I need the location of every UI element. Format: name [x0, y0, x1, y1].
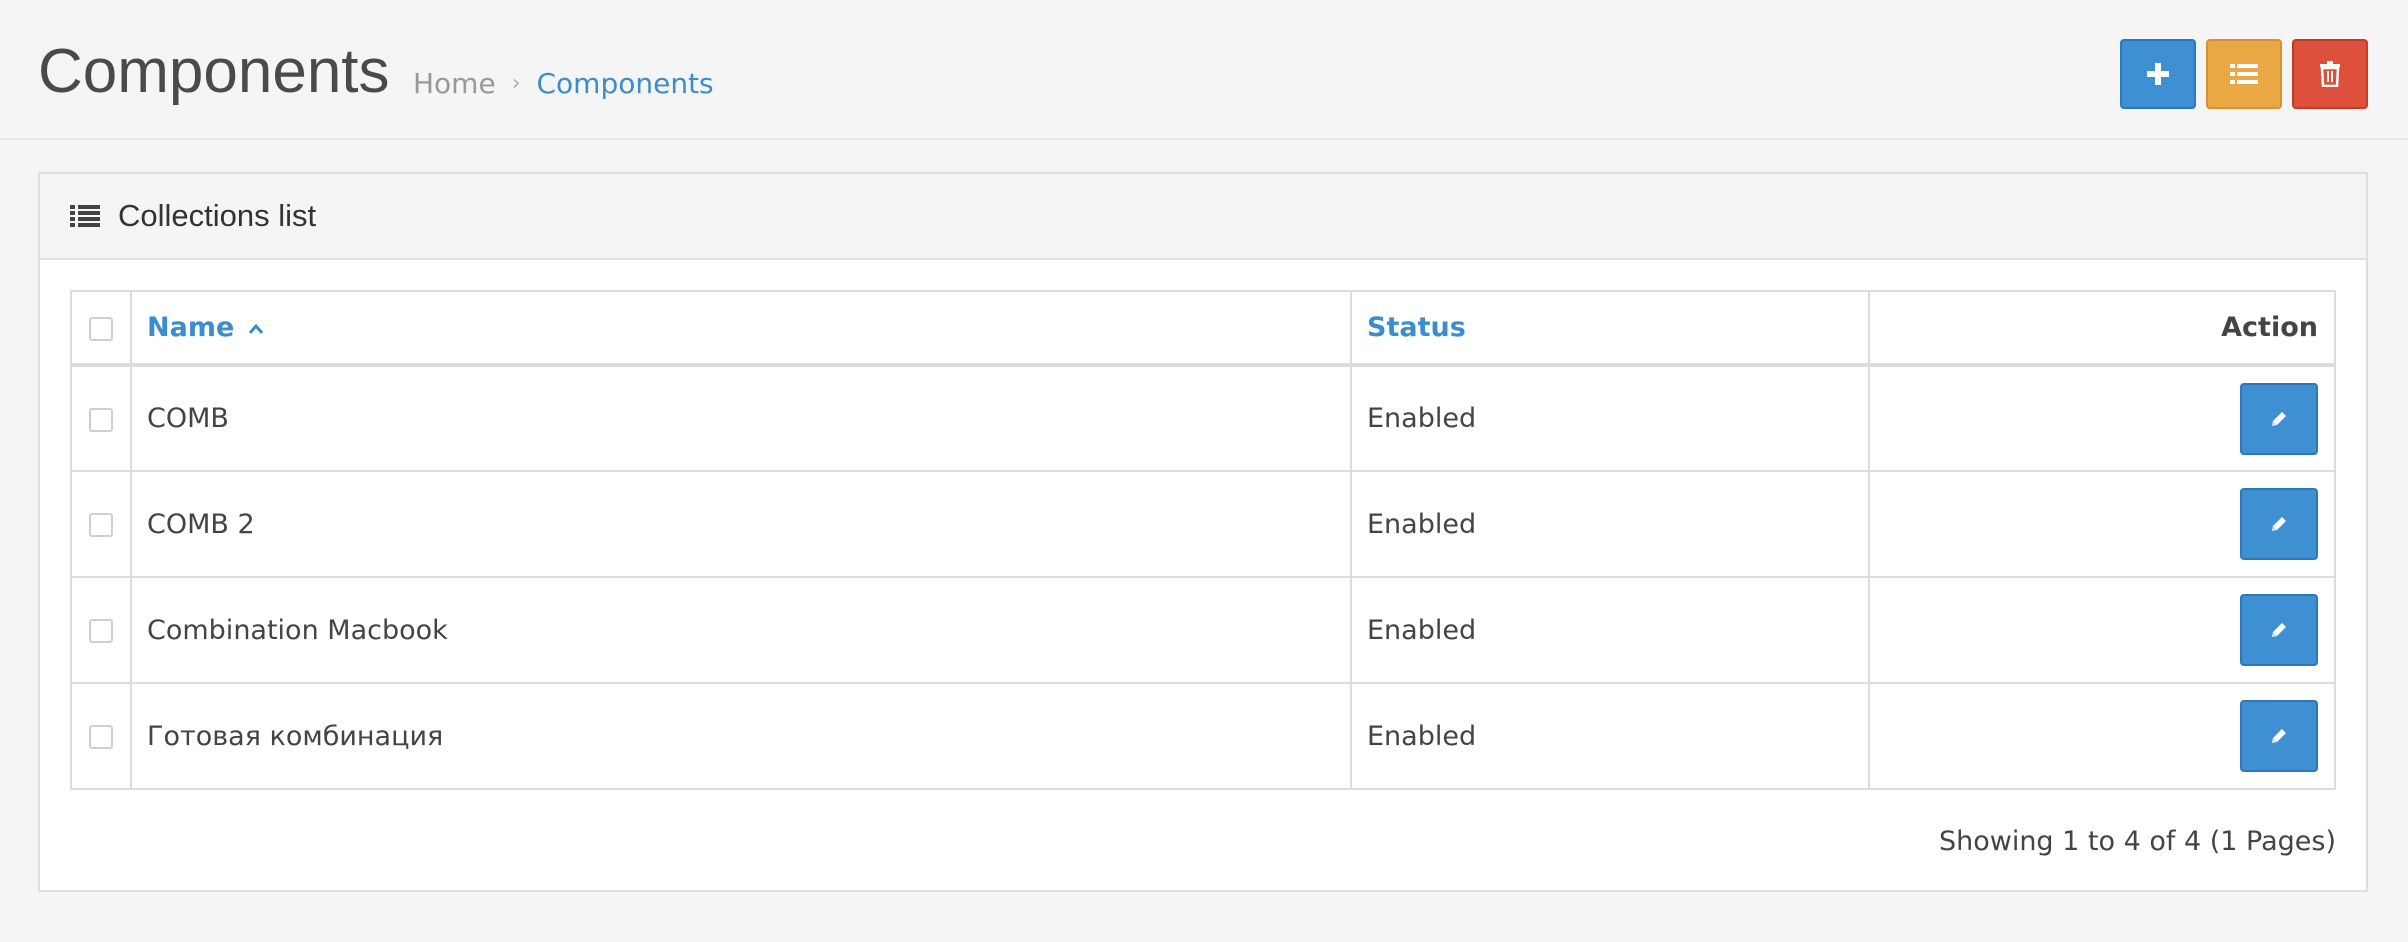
page-title: Components: [38, 37, 390, 106]
sort-by-status-link[interactable]: Status: [1367, 312, 1466, 343]
add-button[interactable]: [2120, 39, 2196, 109]
edit-button[interactable]: [2240, 382, 2318, 455]
column-header-action: Action: [1868, 290, 2336, 367]
panel-heading: Collections list: [40, 174, 2366, 260]
plus-icon: [2147, 63, 2169, 85]
row-checkbox[interactable]: [89, 513, 113, 537]
row-status: Enabled: [1350, 470, 1870, 578]
table-row: COMB 2 Enabled: [70, 470, 2336, 578]
row-select-cell: [70, 470, 132, 578]
row-select-cell: [70, 576, 132, 684]
breadcrumb-home[interactable]: Home: [413, 64, 496, 104]
table-header-row: Name Status Action: [70, 290, 2336, 367]
filter-button[interactable]: [2206, 39, 2282, 109]
pencil-icon: [2272, 623, 2286, 637]
row-checkbox[interactable]: [89, 619, 113, 643]
column-name-label: Name: [147, 312, 235, 343]
breadcrumb: Home › Components: [413, 64, 714, 104]
row-action-cell: [1868, 682, 2336, 790]
page-header: Components Home › Components: [0, 0, 2408, 140]
collections-table: Name Status Action COMB Enabled COMB 2 E…: [70, 290, 2336, 790]
breadcrumb-components[interactable]: Components: [537, 64, 714, 104]
row-status: Enabled: [1350, 576, 1870, 684]
row-name: Combination Macbook: [130, 576, 1352, 684]
row-name: Готовая комбинация: [130, 682, 1352, 790]
list-icon: [2230, 64, 2258, 84]
column-header-name: Name: [130, 290, 1352, 367]
edit-button[interactable]: [2240, 700, 2318, 772]
select-all-cell: [70, 290, 132, 367]
edit-button[interactable]: [2240, 488, 2318, 560]
row-action-cell: [1868, 364, 2336, 472]
collections-panel: Collections list Name Status Action COMB…: [38, 172, 2368, 892]
pagination-summary: Showing 1 to 4 of 4 (1 Pages): [1938, 826, 2336, 857]
row-action-cell: [1868, 576, 2336, 684]
row-select-cell: [70, 364, 132, 472]
column-header-status: Status: [1350, 290, 1870, 367]
list-icon: [70, 204, 100, 228]
row-status: Enabled: [1350, 364, 1870, 472]
sort-by-name-link[interactable]: Name: [147, 312, 234, 343]
pencil-icon: [2272, 517, 2286, 531]
row-name: COMB 2: [130, 470, 1352, 578]
row-checkbox[interactable]: [89, 725, 113, 749]
row-status: Enabled: [1350, 682, 1870, 790]
pencil-icon: [2272, 729, 2286, 743]
row-name: COMB: [130, 364, 1352, 472]
edit-button[interactable]: [2240, 594, 2318, 666]
row-checkbox[interactable]: [89, 407, 113, 432]
table-row: Combination Macbook Enabled: [70, 576, 2336, 684]
panel-title: Collections list: [118, 198, 317, 233]
table-row: Готовая комбинация Enabled: [70, 682, 2336, 790]
select-all-checkbox[interactable]: [89, 316, 113, 341]
pencil-icon: [2272, 411, 2286, 426]
table-row: COMB Enabled: [70, 364, 2336, 472]
delete-button[interactable]: [2292, 39, 2368, 109]
row-action-cell: [1868, 470, 2336, 578]
breadcrumb-separator: ›: [511, 71, 521, 96]
trash-icon: [2320, 61, 2340, 87]
toolbar: [2120, 39, 2368, 109]
row-select-cell: [70, 682, 132, 790]
sort-ascending-icon: [248, 323, 263, 334]
